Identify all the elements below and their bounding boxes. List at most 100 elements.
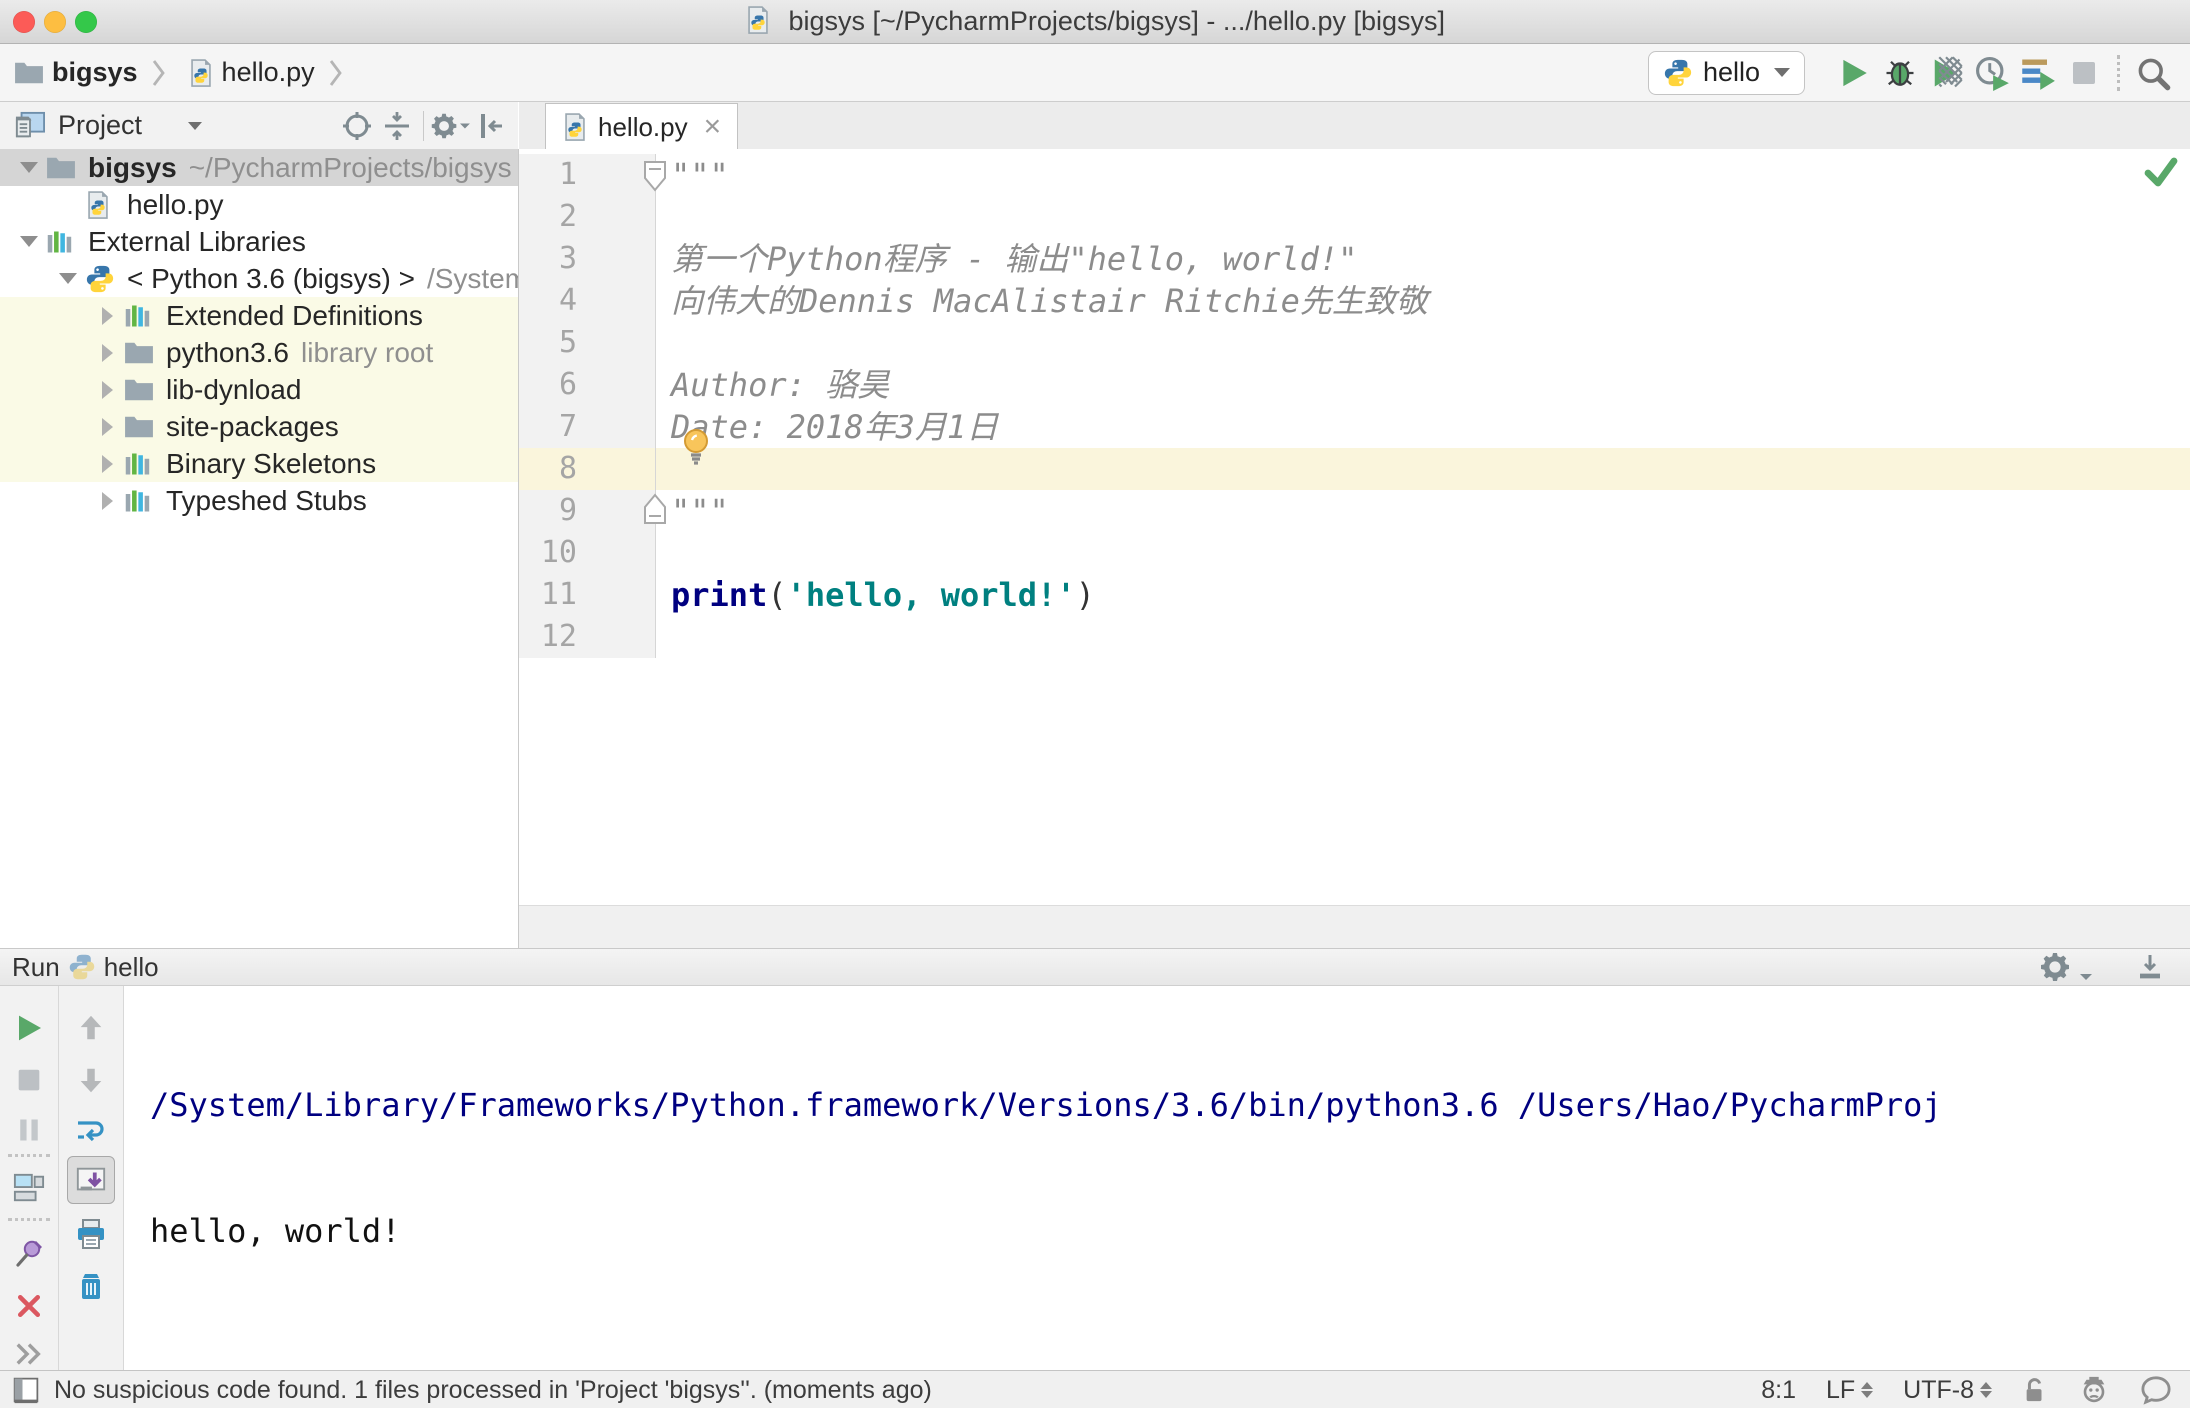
editor-line: 3 第一个Python程序 - 输出"hello, world!" [519,238,2190,280]
editor-line: 6 Author: 骆昊 [519,364,2190,406]
toolwindow-toggle-icon[interactable] [12,1376,40,1404]
chevron-down-icon[interactable] [51,273,85,284]
tree-item-typeshed-stubs[interactable]: Typeshed Stubs [0,482,518,519]
updown-icon [1861,1382,1874,1398]
lock-icon[interactable] [2022,1376,2048,1404]
chevron-down-icon[interactable] [12,162,46,173]
python-file-icon [188,58,214,88]
chevron-right-icon[interactable] [90,417,124,436]
updown-icon [1980,1382,1992,1398]
python-file-icon [562,112,588,142]
rerun-button[interactable] [9,1008,49,1048]
pause-output-button[interactable] [9,1110,49,1150]
stop-button[interactable] [9,1060,49,1100]
chevron-right-icon[interactable] [90,306,124,325]
chevron-right-icon[interactable] [90,491,124,510]
tree-item-hello-py[interactable]: hello.py [0,186,518,223]
chevron-right-icon[interactable] [90,380,124,399]
window-title-wrap: bigsys [~/PycharmProjects/bigsys] - .../… [0,6,2190,38]
tree-item-site-packages[interactable]: site-packages [0,408,518,445]
python-file-icon [85,190,117,220]
status-bar: No suspicious code found. 1 files proces… [0,1370,2190,1408]
close-button[interactable] [9,1286,49,1326]
editor-line: 12 [519,616,2190,658]
editor-scrollbar-track[interactable] [519,905,2190,949]
toolbar-separator [8,1154,50,1157]
tree-item-lib-dynload[interactable]: lib-dynload [0,371,518,408]
run-config-name[interactable]: hello [104,952,159,983]
debug-button[interactable] [1877,51,1923,95]
chevron-right-icon[interactable] [90,454,124,473]
settings-gear-icon[interactable] [430,106,470,146]
breadcrumb-project[interactable]: bigsys [52,57,138,88]
event-log-icon[interactable] [2140,1375,2172,1405]
tree-item-external-libraries[interactable]: External Libraries [0,223,518,260]
tab-hello-py[interactable]: hello.py × [545,103,739,150]
project-toolwindow-title[interactable]: Project [58,110,142,141]
code-editor[interactable]: 1 """ 2 3 第一个Python程序 - 输出"hello, world!… [519,149,2190,905]
run-toolwindow-title[interactable]: Run [12,952,60,983]
run-button[interactable] [1831,51,1877,95]
chevron-down-icon[interactable] [12,236,46,247]
tree-item-bigsys[interactable]: bigsys ~/PycharmProjects/bigsys [0,149,518,186]
hide-panel-button[interactable] [470,106,510,146]
editor-line: 5 [519,322,2190,364]
chevron-right-icon[interactable] [90,343,124,362]
stop-button[interactable] [2061,51,2107,95]
python-logo-icon [1663,58,1693,88]
chevron-right-icon [329,59,343,87]
hide-panel-button[interactable] [2134,951,2166,983]
concurrency-diagram-button[interactable] [2015,51,2061,95]
tree-item-python-sdk[interactable]: < Python 3.6 (bigsys) > /System [0,260,518,297]
toolbar-separator [8,1218,50,1221]
search-everywhere-button[interactable] [2130,51,2176,95]
library-icon [124,487,156,515]
line-number-gutter[interactable]: 1 [519,154,666,196]
settings-gear-icon[interactable] [2039,951,2092,983]
run-toolwindow-header: Run hello [0,948,2190,986]
project-toolwindow-icon [14,111,46,141]
encoding-widget[interactable]: UTF-8 [1903,1376,1992,1405]
folder-icon [14,60,44,86]
folder-icon [124,340,156,366]
console-output[interactable]: /System/Library/Frameworks/Python.framew… [124,986,2190,1384]
editor-line-print: 11 print('hello, world!') [519,574,2190,616]
close-tab-icon[interactable]: × [704,112,722,142]
locate-file-button[interactable] [337,106,377,146]
tree-item-python36[interactable]: python3.6 library root [0,334,518,371]
inspection-ok-icon[interactable] [2144,157,2178,187]
highlighting-level-icon[interactable] [2078,1375,2110,1405]
tree-item-binary-skeletons[interactable]: Binary Skeletons [0,445,518,482]
caret-position-widget[interactable]: 8:1 [1761,1376,1796,1405]
library-icon [124,302,156,330]
fold-region-start-icon[interactable] [642,159,668,193]
up-stack-trace-button[interactable] [71,1008,111,1048]
folder-icon [124,414,156,440]
breadcrumb-file[interactable]: hello.py [222,57,315,88]
editor-line: 4 向伟大的Dennis MacAlistair Ritchie先生致敬 [519,280,2190,322]
chevron-down-icon[interactable] [188,121,203,130]
collapse-all-button[interactable] [377,106,417,146]
docstring-text: 向伟大的Dennis MacAlistair Ritchie先生致敬 [671,282,1428,320]
run-configuration-select[interactable]: hello [1647,50,1805,95]
intention-bulb-icon[interactable] [679,427,713,467]
print-button[interactable] [71,1214,111,1254]
line-separator-widget[interactable]: LF [1826,1376,1874,1405]
pin-tab-button[interactable] [9,1234,49,1274]
docstring-text: Author: 骆昊 [671,366,890,404]
tree-item-extended-definitions[interactable]: Extended Definitions [0,297,518,334]
restore-layout-button[interactable] [9,1168,49,1208]
more-options-button[interactable] [9,1334,49,1374]
navigation-bar: bigsys hello.py hello [0,44,2190,102]
soft-wrap-button[interactable] [71,1110,111,1150]
down-stack-trace-button[interactable] [71,1060,111,1100]
run-with-coverage-button[interactable] [1923,51,1969,95]
python-logo-icon [85,264,117,294]
clear-all-button[interactable] [71,1266,111,1306]
fold-region-end-icon[interactable] [642,492,668,526]
folder-icon [46,155,78,181]
pycharm-window: bigsys [~/PycharmProjects/bigsys] - .../… [0,0,2190,1408]
scroll-to-end-button[interactable] [67,1156,115,1204]
profile-button[interactable] [1969,51,2015,95]
docstring-text: Date: 2018年3月1日 [671,408,999,446]
